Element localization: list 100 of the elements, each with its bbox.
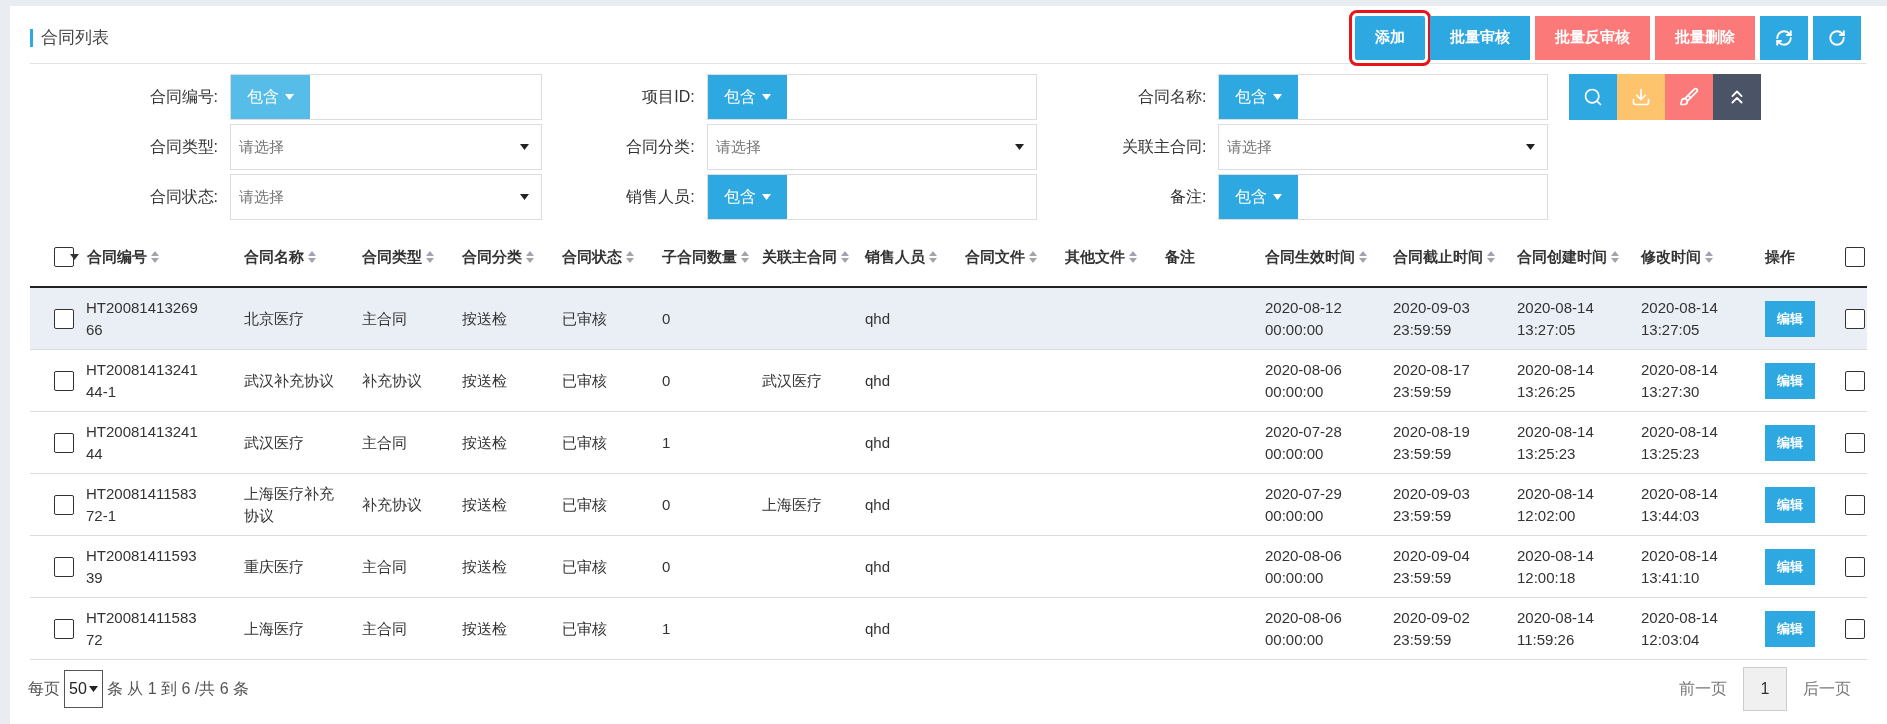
table-cell-text: qhd	[865, 618, 892, 639]
edit-button[interactable]: 编辑	[1765, 424, 1815, 461]
column-header[interactable]: 合同创建时间	[1517, 245, 1619, 269]
collapse-button[interactable]	[1713, 74, 1761, 120]
table-cell-text: 已审核	[562, 556, 608, 577]
table-cell-text: qhd	[865, 432, 892, 453]
table-cell-text: 2020-08-14 13:44:03	[1641, 483, 1719, 526]
checkbox[interactable]	[1845, 247, 1865, 267]
edit-button[interactable]: 编辑	[1765, 610, 1815, 647]
column-header[interactable]: 合同类型	[362, 245, 434, 269]
sort-icon	[308, 251, 316, 263]
checkbox[interactable]	[1845, 618, 1865, 639]
table-cell-text: 2020-08-14 12:03:04	[1641, 607, 1719, 650]
column-header[interactable]: 子合同数量	[662, 245, 749, 269]
sort-icon	[1487, 251, 1495, 263]
column-header[interactable]: 修改时间	[1641, 245, 1713, 269]
filter-label: 合同编号:	[148, 87, 219, 107]
filter-label: 销售人员:	[625, 187, 696, 207]
column-header[interactable]: 合同名称	[244, 245, 316, 269]
refresh-button[interactable]	[1760, 15, 1808, 60]
caret-icon	[88, 686, 98, 692]
table-cell-text: 2020-08-14 13:27:05	[1641, 297, 1719, 340]
table-cell-text: 已审核	[562, 308, 608, 329]
text-field[interactable]: 包含	[1218, 174, 1549, 220]
checkbox[interactable]	[54, 556, 74, 577]
table-cell-text: 2020-08-19 23:59:59	[1393, 421, 1471, 464]
page-info: 条 从 1 到 6 /共 6 条	[106, 679, 250, 699]
table-cell-text: 2020-08-06 00:00:00	[1265, 359, 1343, 402]
table-cell-text: 2020-08-14 13:25:23	[1641, 421, 1719, 464]
match-dropdown[interactable]: 包含	[707, 175, 787, 219]
column-header[interactable]: 销售人员	[865, 245, 937, 269]
filter-label: 项目ID:	[641, 87, 696, 107]
toolbar-button[interactable]: 批量删除	[1655, 15, 1755, 60]
table-cell-text: 2020-08-17 23:59:59	[1393, 359, 1471, 402]
table-cell-text: 2020-08-14 12:00:18	[1517, 545, 1595, 588]
sort-icon	[1611, 251, 1619, 263]
edit-button[interactable]: 编辑	[1765, 300, 1815, 337]
checkbox[interactable]	[54, 247, 74, 267]
checkbox[interactable]	[54, 308, 74, 329]
column-header[interactable]: 关联主合同	[762, 245, 849, 269]
checkbox[interactable]	[54, 370, 74, 391]
select-field[interactable]: 请选择	[230, 174, 542, 220]
text-field[interactable]: 包含	[1218, 74, 1549, 120]
sort-caret-icon	[70, 254, 79, 260]
redo-button[interactable]	[1813, 15, 1861, 60]
checkbox[interactable]	[54, 494, 74, 515]
caret-icon	[1273, 194, 1283, 200]
caret-icon	[285, 94, 294, 100]
prev-page-link[interactable]: 前一页	[1663, 677, 1743, 701]
table-cell-text: 补充协议	[362, 494, 423, 515]
caret-icon	[1526, 144, 1536, 150]
checkbox[interactable]	[1845, 308, 1865, 329]
table-cell-text: qhd	[865, 308, 892, 329]
table-cell-text: 已审核	[562, 494, 608, 515]
table-cell-text: 武汉医疗	[244, 432, 305, 453]
page-size-select[interactable]: 50	[64, 670, 103, 708]
table-cell-text: 2020-09-03 23:59:59	[1393, 297, 1471, 340]
caret-icon	[761, 94, 771, 100]
match-dropdown[interactable]: 包含	[1219, 175, 1299, 219]
table-cell-text: 武汉医疗	[762, 370, 823, 391]
column-header[interactable]: 合同编号	[70, 245, 159, 269]
text-field[interactable]: 包含	[706, 174, 1037, 220]
checkbox[interactable]	[1845, 556, 1865, 577]
table-cell-text: 2020-08-14 11:59:26	[1517, 607, 1595, 650]
table-cell-text: 武汉补充协议	[244, 370, 335, 391]
select-field[interactable]: 请选择	[1218, 124, 1549, 170]
column-header[interactable]: 操作	[1765, 245, 1795, 269]
column-header[interactable]: 合同截止时间	[1393, 245, 1495, 269]
table-cell-text: 0	[662, 308, 672, 329]
caret-icon	[1273, 94, 1283, 100]
text-field[interactable]: 包含	[706, 74, 1037, 120]
column-header[interactable]: 其他文件	[1065, 245, 1137, 269]
caret-icon	[519, 194, 529, 200]
table-cell-text: 补充协议	[362, 370, 423, 391]
select-field[interactable]: 请选择	[230, 124, 542, 170]
column-header[interactable]: 备注	[1165, 245, 1195, 269]
column-header[interactable]: 合同文件	[965, 245, 1037, 269]
checkbox[interactable]	[1845, 432, 1865, 453]
checkbox[interactable]	[1845, 494, 1865, 515]
download-icon	[1631, 87, 1651, 107]
select-field[interactable]: 请选择	[706, 124, 1037, 170]
match-dropdown[interactable]: 包含	[1219, 75, 1299, 119]
column-header[interactable]: 合同生效时间	[1265, 245, 1367, 269]
table-cell-text: 主合同	[362, 432, 408, 453]
next-page-link[interactable]: 后一页	[1787, 677, 1867, 701]
sort-icon	[1359, 251, 1367, 263]
edit-button[interactable]: 编辑	[1765, 548, 1815, 585]
match-dropdown[interactable]: 包含	[707, 75, 787, 119]
toolbar-button[interactable]: 批量审核	[1430, 15, 1530, 60]
checkbox[interactable]	[1845, 370, 1865, 391]
edit-button[interactable]: 编辑	[1765, 486, 1815, 523]
column-header[interactable]: 合同分类	[462, 245, 534, 269]
checkbox[interactable]	[54, 432, 74, 453]
edit-button[interactable]: 编辑	[1765, 362, 1815, 399]
column-header[interactable]: 合同状态	[562, 245, 634, 269]
search-icon	[1583, 87, 1603, 107]
toolbar-button[interactable]: 批量反审核	[1535, 15, 1650, 60]
table-row[interactable]: HT2008141326966 北京医疗 主合同 按送检 已审核 0 qhd 2020-08-12 00:00:00 2020-09-03 23:59:59 2020-08-14 13:27:05 2020-08-14 13:27:05 编辑	[30, 288, 1867, 350]
page-button[interactable]: 1	[1743, 667, 1787, 711]
checkbox[interactable]	[54, 618, 74, 639]
